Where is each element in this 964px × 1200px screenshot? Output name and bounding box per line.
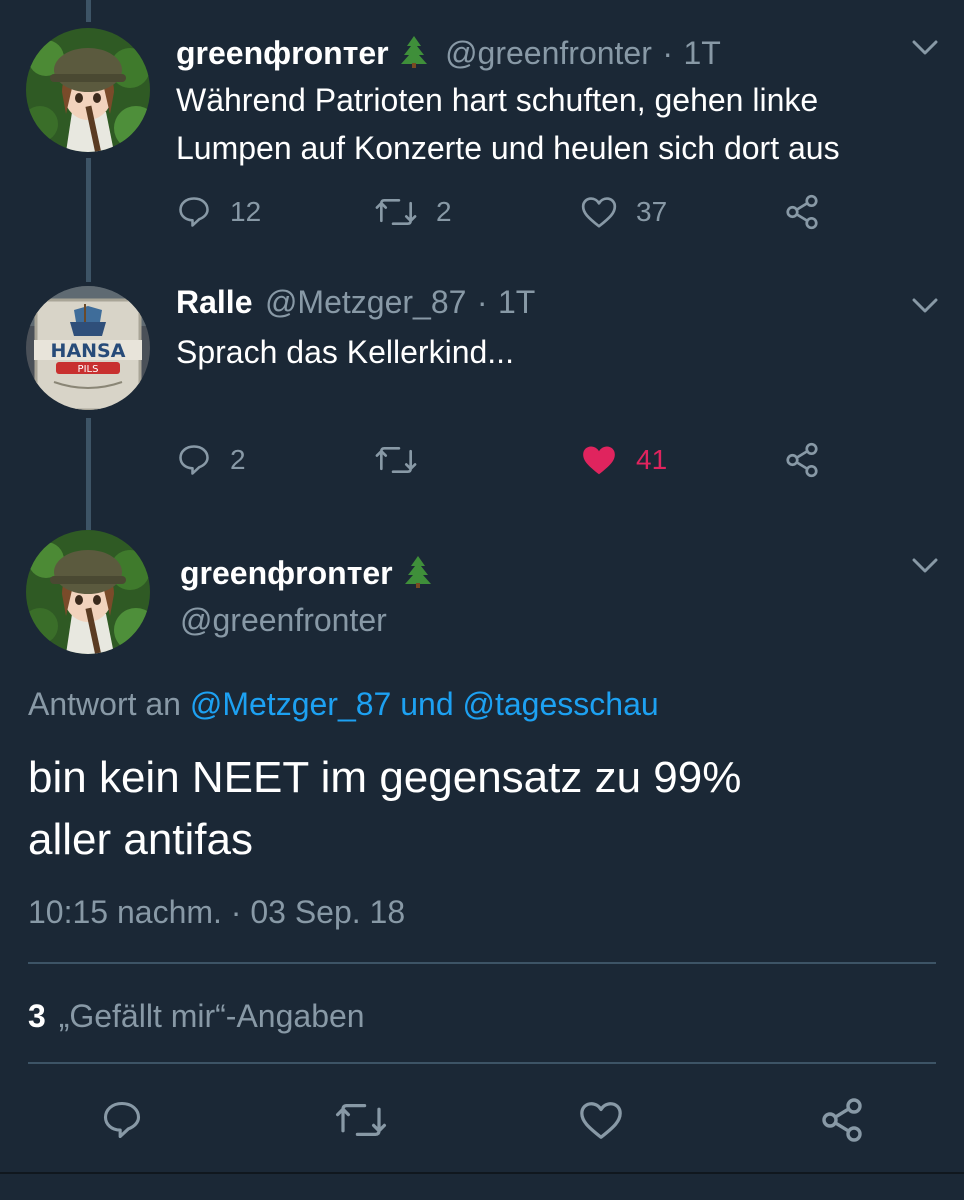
reply-count: 2: [230, 444, 246, 475]
avatar[interactable]: HANSA PILS: [26, 286, 150, 410]
display-name[interactable]: greenфronтer: [180, 555, 393, 591]
user-handle[interactable]: @Metzger_87: [265, 284, 466, 320]
retweet-button[interactable]: [374, 440, 436, 480]
avatar[interactable]: [26, 28, 150, 152]
avatar-brand-text: HANSA: [51, 340, 126, 362]
avatar-image: HANSA PILS: [26, 286, 150, 410]
tweet-text-line: Lumpen auf Konzerte und heulen sich dort…: [176, 130, 840, 166]
avatar[interactable]: [26, 530, 150, 654]
like-button[interactable]: 37: [580, 192, 667, 232]
share-icon: [786, 442, 818, 478]
main-display-name-row: greenфronтer: [180, 554, 433, 592]
share-icon: [822, 1098, 862, 1142]
retweet-button[interactable]: [334, 1096, 388, 1144]
tweet-header: greenфronтer @greenfronter · 1T: [176, 34, 721, 72]
reply-icon: [179, 445, 209, 475]
heart-filled-icon: [583, 446, 615, 475]
share-button[interactable]: [782, 440, 822, 480]
avatar-sub-text: PILS: [78, 364, 99, 375]
retweet-icon: [335, 1103, 387, 1137]
reply-context: Antwort an @Metzger_87 und @tagesschau: [28, 688, 659, 720]
display-name[interactable]: Ralle: [176, 284, 252, 320]
reply-button[interactable]: [100, 1096, 144, 1144]
thread-line-2: [86, 418, 91, 530]
mention-link[interactable]: @tagesschau: [463, 686, 659, 722]
tweet-timestamp[interactable]: 10:15 nachm. · 03 Sep. 18: [28, 896, 405, 928]
display-name[interactable]: greenфronтer: [176, 35, 389, 71]
tree-emoji-icon: [403, 554, 433, 592]
chevron-down-icon[interactable]: [912, 40, 938, 56]
like-count: 37: [636, 196, 668, 227]
likes-count: 3: [28, 998, 46, 1034]
retweet-button[interactable]: 2: [374, 192, 452, 232]
tweet-text-line: Sprach das Kellerkind...: [176, 334, 514, 370]
reply-button[interactable]: 12: [176, 192, 261, 232]
divider: [28, 962, 936, 964]
likes-summary[interactable]: 3 „Gefällt mir“-Angaben: [28, 1000, 365, 1032]
tweet-text-line: Während Patrioten hart schuften, gehen l…: [176, 82, 819, 118]
tweet-time[interactable]: 1T: [683, 35, 720, 71]
likes-label: „Gefällt mir“-Angaben: [58, 998, 365, 1034]
user-handle[interactable]: @greenfronter: [180, 604, 387, 636]
chevron-down-icon[interactable]: [912, 298, 938, 314]
divider: [28, 1062, 936, 1064]
reply-and: und: [400, 686, 454, 722]
retweet-icon: [375, 446, 417, 474]
like-button[interactable]: 41: [580, 440, 667, 480]
retweet-count: 2: [436, 196, 452, 227]
share-icon: [786, 194, 818, 230]
tweet-time[interactable]: 1T: [498, 284, 535, 320]
thread-line-top: [86, 0, 91, 22]
share-button[interactable]: [782, 192, 822, 232]
tree-emoji-icon: [399, 34, 429, 72]
avatar-image: [26, 28, 150, 152]
reply-icon: [103, 1101, 141, 1139]
chevron-down-icon[interactable]: [912, 558, 938, 574]
separator-dot: ·: [662, 35, 673, 71]
tweet-header: Ralle @Metzger_87 · 1T: [176, 286, 535, 318]
like-count: 41: [636, 444, 668, 475]
like-button[interactable]: [578, 1096, 624, 1144]
thread-line-1: [86, 158, 91, 282]
avatar-image: [26, 530, 150, 654]
reply-prefix: Antwort an: [28, 686, 181, 722]
main-tweet-text-line: bin kein NEET im gegensatz zu 99%: [28, 753, 742, 802]
retweet-icon: [375, 198, 417, 226]
separator-dot: ·: [476, 284, 488, 320]
heart-icon: [580, 1102, 622, 1139]
user-handle[interactable]: @greenfronter: [445, 35, 652, 71]
share-button[interactable]: [818, 1094, 866, 1146]
reply-button[interactable]: 2: [176, 440, 246, 480]
heart-icon: [581, 197, 617, 228]
reply-count: 12: [230, 196, 262, 227]
main-tweet-text-line: aller antifas: [28, 815, 254, 864]
mention-link[interactable]: @Metzger_87: [190, 686, 391, 722]
bottom-edge: [0, 1172, 964, 1174]
reply-icon: [179, 197, 209, 227]
